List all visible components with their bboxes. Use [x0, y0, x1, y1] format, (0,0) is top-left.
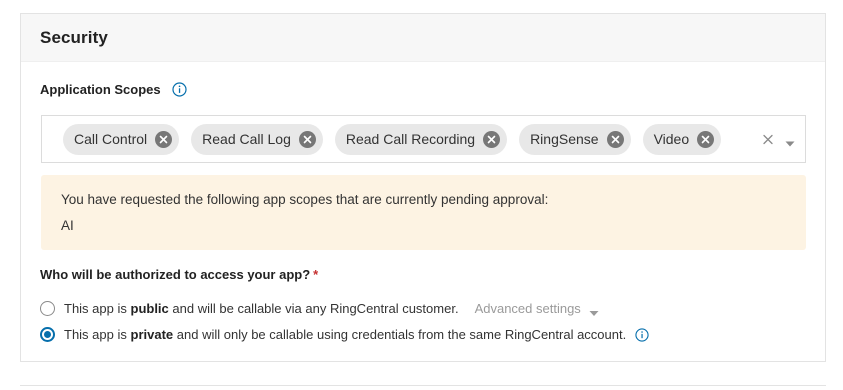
option-text: This app is private and will only be cal… [64, 327, 626, 342]
option-suffix: and will only be callable using credenti… [176, 327, 627, 342]
scope-chip: Read Call Log [191, 123, 323, 155]
caret-down-icon [589, 305, 599, 316]
scopes-label: Application Scopes [40, 82, 161, 97]
access-question: Who will be authorized to access your ap… [40, 267, 318, 282]
pending-approval-notice: You have requested the following app sco… [41, 175, 806, 250]
info-icon[interactable] [635, 327, 649, 342]
scopes-label-row: Application Scopes [40, 82, 187, 97]
info-icon[interactable] [172, 82, 187, 97]
scope-chip: Read Call Recording [334, 123, 508, 155]
access-question-text: Who will be authorized to access your ap… [40, 267, 311, 282]
card-header: Security [21, 14, 825, 62]
option-suffix: and will be callable via any RingCentral… [172, 301, 459, 316]
scope-chip: Call Control [63, 123, 180, 155]
radio-option-private[interactable]: This app is private and will only be cal… [40, 327, 649, 342]
scope-chip-label: Video [653, 131, 690, 147]
radio-option-public[interactable]: This app is public and will be callable … [40, 301, 599, 316]
security-card: Security Application Scopes Call Control… [20, 13, 826, 362]
remove-chip-icon[interactable] [155, 130, 173, 148]
section-title: Security [40, 27, 108, 47]
scope-chip-label: Call Control [74, 131, 148, 147]
scope-chip: Video [642, 123, 722, 155]
scope-chip-label: Read Call Log [202, 131, 291, 147]
notice-text: You have requested the following app sco… [61, 192, 549, 207]
option-text: This app is public and will be callable … [64, 301, 459, 316]
option-prefix: This app is [64, 301, 127, 316]
caret-down-icon[interactable] [785, 135, 795, 147]
radio-public[interactable] [40, 301, 55, 316]
pending-scope: AI [61, 218, 74, 233]
remove-chip-icon[interactable] [483, 130, 501, 148]
close-icon[interactable] [761, 130, 775, 148]
next-section-divider [20, 385, 826, 386]
option-emphasis: public [130, 301, 169, 316]
radio-private[interactable] [40, 327, 55, 342]
radio-selected-dot [44, 331, 51, 338]
scope-chip-label: Read Call Recording [345, 131, 476, 147]
scopes-select[interactable]: Call Control Read Call Log Read Call Rec… [41, 115, 806, 163]
option-prefix: This app is [64, 327, 127, 342]
remove-chip-icon[interactable] [606, 130, 624, 148]
scope-chip-label: RingSense [530, 131, 599, 147]
scope-chip: RingSense [519, 123, 631, 155]
remove-chip-icon[interactable] [697, 130, 715, 148]
advanced-settings-link[interactable]: Advanced settings [475, 301, 599, 316]
remove-chip-icon[interactable] [298, 130, 316, 148]
advanced-settings-label: Advanced settings [474, 301, 581, 316]
required-mark: * [313, 267, 319, 282]
option-emphasis: private [130, 327, 174, 342]
